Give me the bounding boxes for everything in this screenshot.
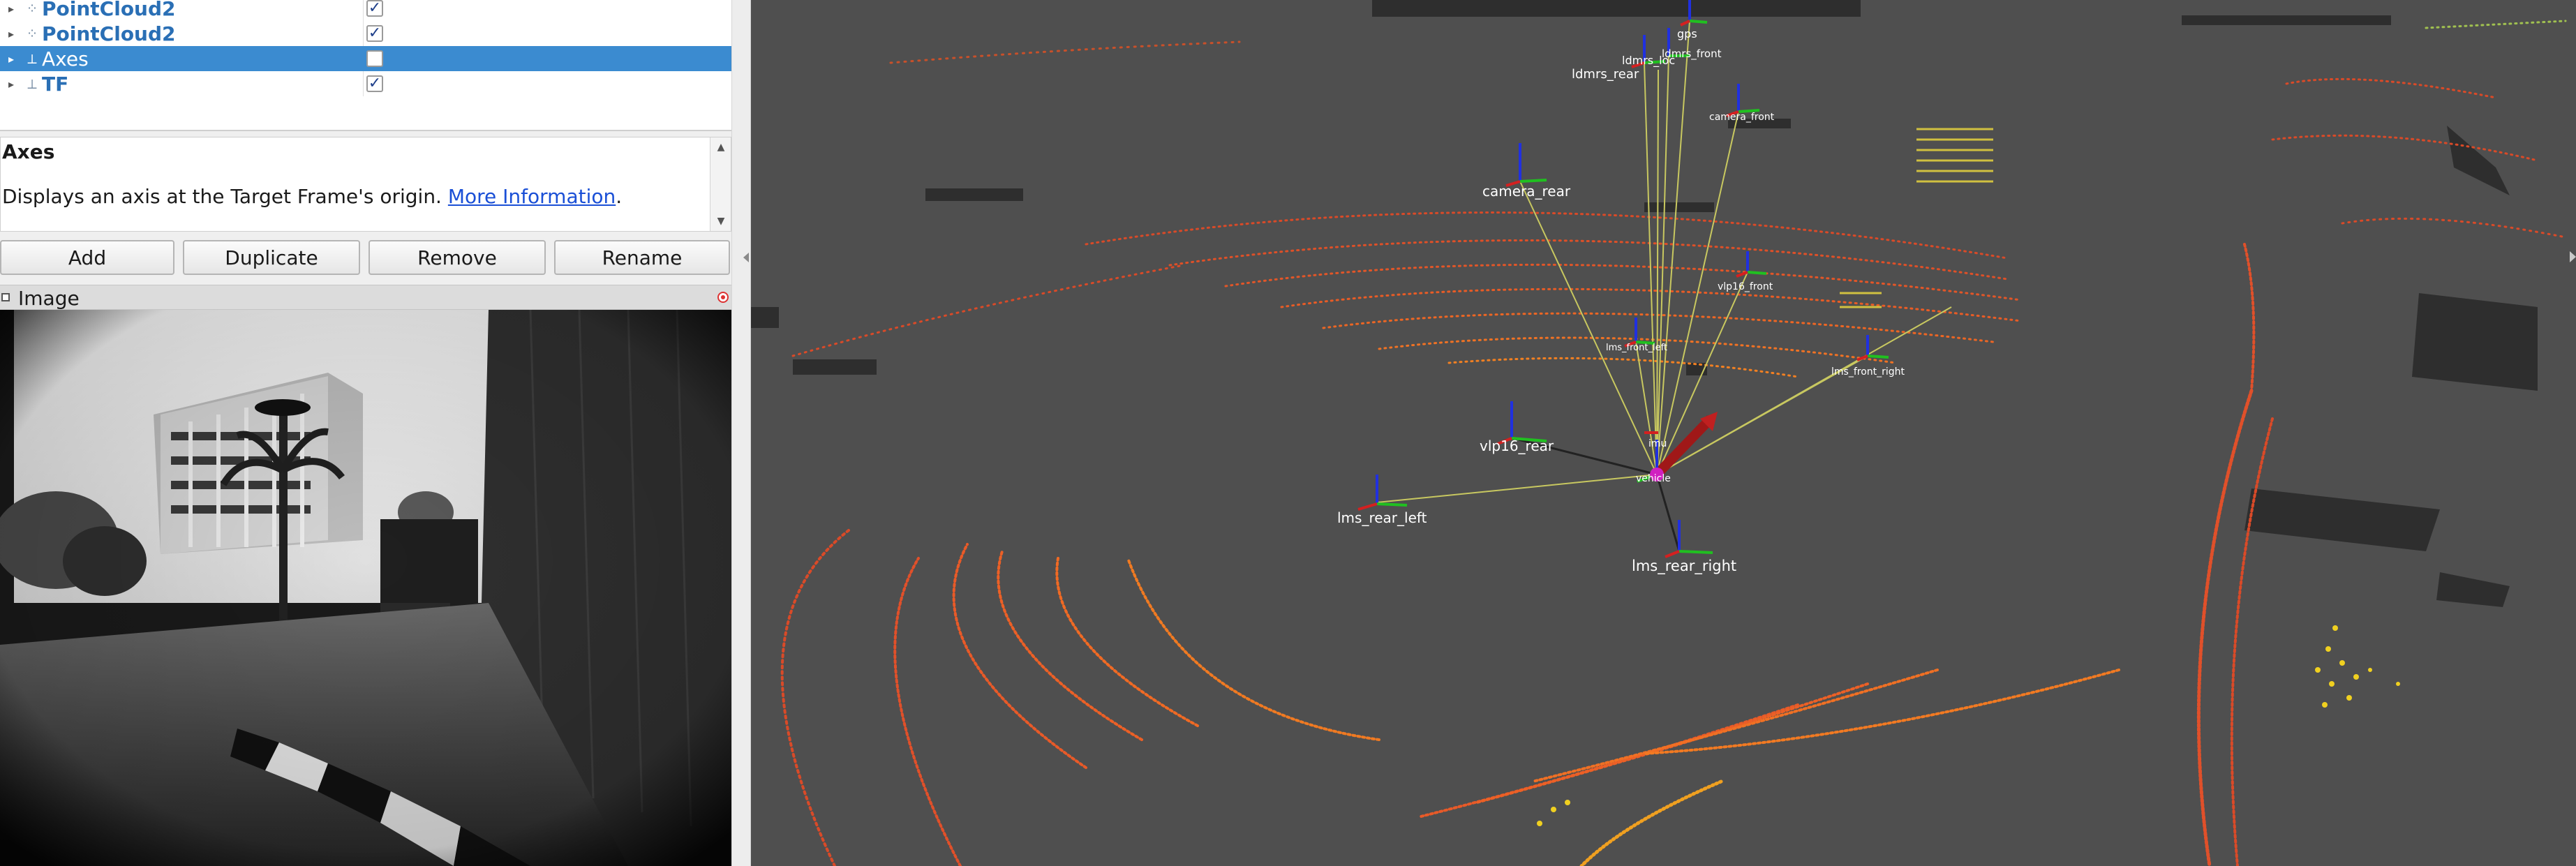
display-item-pointcloud2-a[interactable]: ▸ ⁘ PointCloud2 ✓ <box>0 0 731 21</box>
frame-label-camera-front: camera_front <box>1709 112 1775 123</box>
enable-checkbox[interactable]: ✓ <box>366 0 383 17</box>
enable-checkbox[interactable]: ✓ <box>366 25 383 42</box>
enable-checkbox[interactable]: ✓ <box>366 75 383 92</box>
display-item-axes[interactable]: ▸ ⟂ Axes <box>0 46 731 71</box>
description-title: Axes <box>2 140 55 163</box>
undock-icon[interactable] <box>1 293 10 301</box>
panel-splitter[interactable] <box>731 0 751 866</box>
column-separator <box>363 0 364 21</box>
frame-label-vehicle: vehicle <box>1636 473 1671 484</box>
frame-label-lms-rear-left: lms_rear_left <box>1337 509 1427 526</box>
frame-label-ldmrs-front: ldmrs_front <box>1662 47 1722 61</box>
frame-label-lms-front-right: lms_front_right <box>1831 366 1905 378</box>
frame-label-camera-rear: camera_rear <box>1482 183 1571 200</box>
expand-arrow-icon[interactable]: ▸ <box>6 0 17 21</box>
scroll-up-icon[interactable]: ▲ <box>710 139 731 156</box>
column-separator <box>363 71 364 96</box>
frame-label-lms-rear-right: lms_rear_right <box>1632 558 1736 575</box>
image-panel-title: Image <box>18 287 80 310</box>
frame-label-imu: imu <box>1648 438 1667 449</box>
display-item-tf[interactable]: ▸ ⟂ TF ✓ <box>0 71 731 96</box>
left-panel: ▸ ⁘ PointCloud2 ✓ ▸ ⁘ PointCloud2 ✓ ▸ ⟂ … <box>0 0 731 866</box>
duplicate-button[interactable]: Duplicate <box>183 240 360 275</box>
display-item-label: TF <box>42 72 69 96</box>
scene-canvas[interactable]: gps ldmrs_loc ldmrs_front ldmrs_rear cam… <box>751 0 2576 866</box>
close-icon[interactable] <box>717 292 729 303</box>
frame-label-vlp16-front: vlp16_front <box>1718 281 1773 292</box>
rviz-window: ▸ ⁘ PointCloud2 ✓ ▸ ⁘ PointCloud2 ✓ ▸ ⟂ … <box>0 0 2576 866</box>
scene-background <box>751 0 2576 866</box>
display-item-label: Axes <box>42 47 89 70</box>
frame-label-lms-front-left: lms_front_left <box>1606 343 1667 353</box>
frame-label-gps: gps <box>1677 27 1697 40</box>
add-button[interactable]: Add <box>0 240 174 275</box>
enable-checkbox[interactable] <box>366 50 383 67</box>
collapse-right-icon[interactable] <box>2570 251 2576 262</box>
display-item-label: PointCloud2 <box>42 0 176 20</box>
camera-image <box>0 310 731 866</box>
description-suffix: . <box>616 185 623 208</box>
frame-label-ldmrs-rear: ldmrs_rear <box>1572 67 1639 82</box>
display-description-box: Axes Displays an axis at the Target Fram… <box>0 137 731 232</box>
displays-tree[interactable]: ▸ ⁘ PointCloud2 ✓ ▸ ⁘ PointCloud2 ✓ ▸ ⟂ … <box>0 0 731 131</box>
image-panel-titlebar[interactable]: Image <box>0 285 731 310</box>
collapse-left-icon[interactable] <box>743 253 749 262</box>
rename-button[interactable]: Rename <box>554 240 730 275</box>
point-cloud-icon: ⁘ <box>26 25 38 42</box>
display-item-pointcloud2-b[interactable]: ▸ ⁘ PointCloud2 ✓ <box>0 21 731 46</box>
more-information-link[interactable]: More Information <box>448 185 616 208</box>
image-panel: Image <box>0 285 731 866</box>
display-item-label: PointCloud2 <box>42 22 176 45</box>
remove-button[interactable]: Remove <box>368 240 546 275</box>
scroll-down-icon[interactable]: ▼ <box>710 213 731 230</box>
expand-arrow-icon[interactable]: ▸ <box>6 71 17 96</box>
camera-image-graphic <box>0 310 731 866</box>
expand-arrow-icon[interactable]: ▸ <box>6 21 17 46</box>
column-separator <box>363 21 364 46</box>
tf-icon: ⟂ <box>27 75 37 92</box>
point-cloud-icon: ⁘ <box>26 0 38 17</box>
description-text: Displays an axis at the Target Frame's o… <box>2 185 622 208</box>
axes-icon: ⟂ <box>27 50 37 67</box>
expand-arrow-icon[interactable]: ▸ <box>6 46 17 71</box>
frame-label-vlp16-rear: vlp16_rear <box>1480 438 1554 454</box>
description-body: Displays an axis at the Target Frame's o… <box>2 185 448 208</box>
render-3d-view[interactable]: gps ldmrs_loc ldmrs_front ldmrs_rear cam… <box>751 0 2576 866</box>
description-scrollbar[interactable]: ▲ ▼ <box>710 137 731 231</box>
